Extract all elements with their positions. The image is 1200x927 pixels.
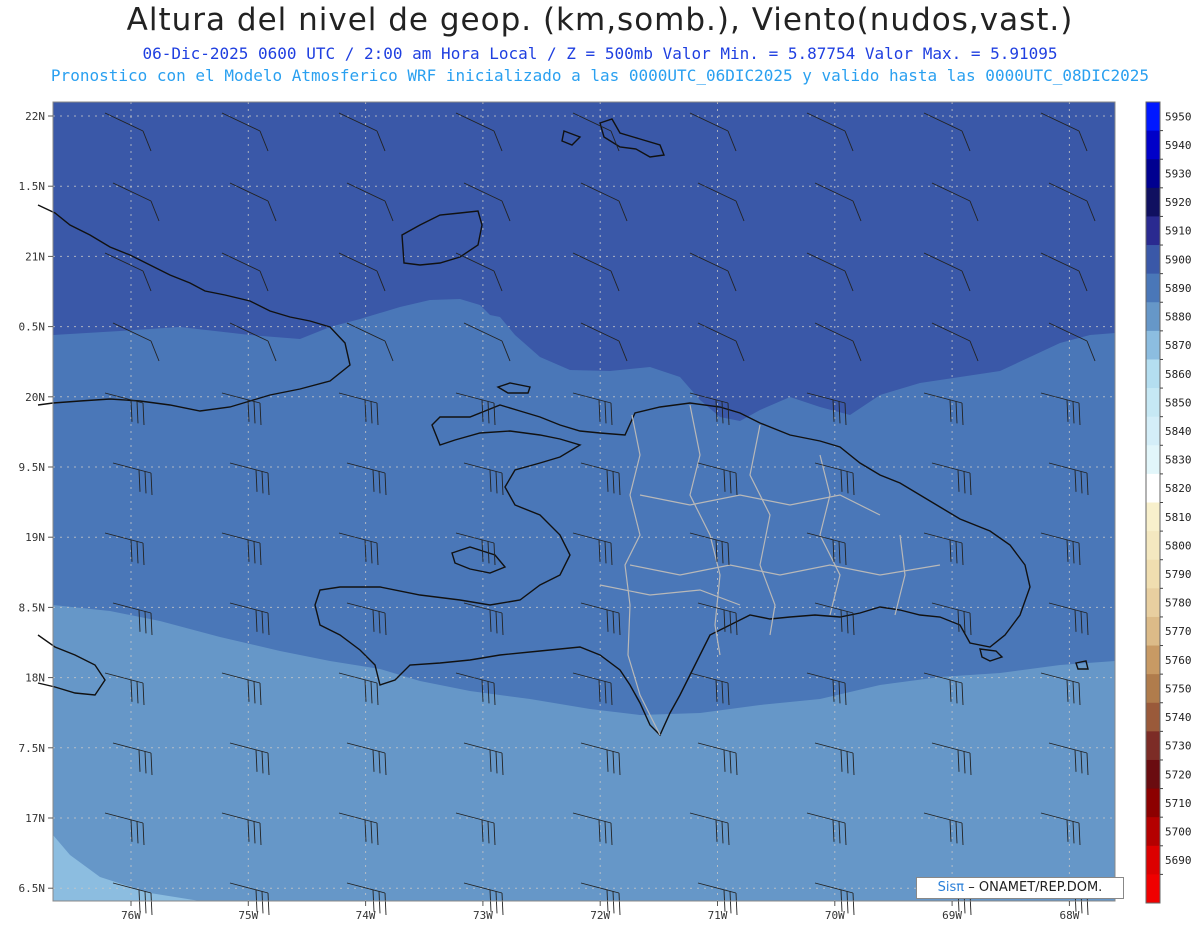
legend-level: 5880 — [1165, 311, 1192, 324]
lat-label: 21N — [25, 250, 45, 263]
lon-label: 72W — [590, 909, 610, 922]
legend-swatch — [1146, 302, 1160, 332]
legend-swatch — [1146, 645, 1160, 675]
legend-level: 5950 — [1165, 110, 1192, 123]
map-subtitle-model: Pronostico con el Modelo Atmosferico WRF… — [50, 66, 1150, 85]
credit-text: – ONAMET/REP.DOM. — [968, 880, 1103, 895]
legend-swatch — [1146, 702, 1160, 732]
legend-swatch — [1146, 445, 1160, 475]
legend-level: 5760 — [1165, 654, 1192, 667]
lat-label: 8.5N — [19, 601, 46, 614]
legend-swatch — [1146, 245, 1160, 275]
legend-swatch — [1146, 473, 1160, 503]
lon-label: 70W — [825, 909, 845, 922]
legend-swatch — [1146, 102, 1160, 132]
legend-level: 5860 — [1165, 368, 1192, 381]
legend-swatch — [1146, 187, 1160, 217]
legend-level: 5720 — [1165, 768, 1192, 781]
lat-label: 9.5N — [19, 461, 46, 474]
legend-swatch — [1146, 159, 1160, 189]
legend-level: 5700 — [1165, 825, 1192, 838]
legend-level: 5900 — [1165, 253, 1192, 266]
legend-level: 5790 — [1165, 568, 1192, 581]
legend-swatch — [1146, 502, 1160, 532]
lon-label: 69W — [942, 909, 962, 922]
forecast-map: 22N 1.5N 21N 0.5N 20N 9.5N 19N 8.5N 18N 7.5N 17N 6.… — [19, 101, 1192, 922]
sis-logo-text: Sisπ — [937, 880, 965, 895]
legend-swatch — [1146, 788, 1160, 818]
legend-level: 5770 — [1165, 625, 1192, 638]
legend-swatch — [1146, 731, 1160, 761]
legend-swatch — [1146, 845, 1160, 875]
legend-level: 5830 — [1165, 454, 1192, 467]
lat-label: 7.5N — [19, 742, 46, 755]
lat-label: 6.5N — [19, 882, 46, 895]
legend-swatch — [1146, 616, 1160, 647]
legend-swatch — [1146, 388, 1160, 418]
legend-level: 5820 — [1165, 482, 1192, 495]
legend-level: 5920 — [1165, 196, 1192, 209]
lat-label: 18N — [25, 672, 45, 685]
lon-label: 76W — [121, 909, 141, 922]
legend-level: 5710 — [1165, 797, 1192, 810]
legend-level: 5800 — [1165, 539, 1192, 552]
lon-label: 75W — [238, 909, 258, 922]
legend-level: 5940 — [1165, 139, 1192, 152]
lon-label: 73W — [473, 909, 493, 922]
legend-swatch — [1146, 130, 1160, 160]
legend-level: 5850 — [1165, 396, 1192, 409]
legend-swatch — [1146, 674, 1160, 704]
map-subtitle-time: 06-Dic-2025 0600 UTC / 2:00 am Hora Loca… — [142, 44, 1058, 63]
map-title: Altura del nivel de geop. (km,somb.), Vi… — [126, 2, 1074, 38]
legend-swatch — [1146, 874, 1160, 904]
credit-box: Sisπ – ONAMET/REP.DOM. — [916, 877, 1124, 899]
lon-label: 68W — [1059, 909, 1079, 922]
legend-level: 5840 — [1165, 425, 1192, 438]
legend-swatch — [1146, 330, 1160, 360]
legend-level: 5810 — [1165, 511, 1192, 524]
lat-label: 22N — [25, 110, 45, 123]
lon-label: 74W — [356, 909, 376, 922]
lat-label: 1.5N — [19, 180, 46, 193]
lat-label: 20N — [25, 391, 45, 404]
legend-swatch — [1146, 273, 1160, 303]
legend-swatch — [1146, 817, 1160, 847]
lat-label: 17N — [25, 812, 45, 825]
legend-swatch — [1146, 216, 1160, 246]
lon-label: 71W — [708, 909, 728, 922]
legend-level: 5870 — [1165, 339, 1192, 352]
legend-swatch — [1146, 588, 1160, 618]
legend-level: 5750 — [1165, 682, 1192, 695]
legend-level: 5930 — [1165, 168, 1192, 181]
legend-level: 5780 — [1165, 597, 1192, 610]
legend-swatch — [1146, 559, 1160, 589]
legend-swatch — [1146, 359, 1160, 389]
geopotential-field — [53, 102, 1115, 901]
legend-level: 5690 — [1165, 854, 1192, 867]
legend-level: 5740 — [1165, 711, 1192, 724]
color-legend: 5950 5940 5930 5920 5910 5900 5890 5880 5870 5860… — [1145, 101, 1192, 904]
legend-level: 5730 — [1165, 740, 1192, 753]
lat-label: 19N — [25, 531, 45, 544]
legend-swatch — [1146, 759, 1160, 790]
lat-label: 0.5N — [19, 321, 46, 334]
legend-swatch — [1146, 531, 1160, 561]
legend-level: 5890 — [1165, 282, 1192, 295]
legend-swatch — [1146, 416, 1160, 446]
legend-level: 5910 — [1165, 225, 1192, 238]
